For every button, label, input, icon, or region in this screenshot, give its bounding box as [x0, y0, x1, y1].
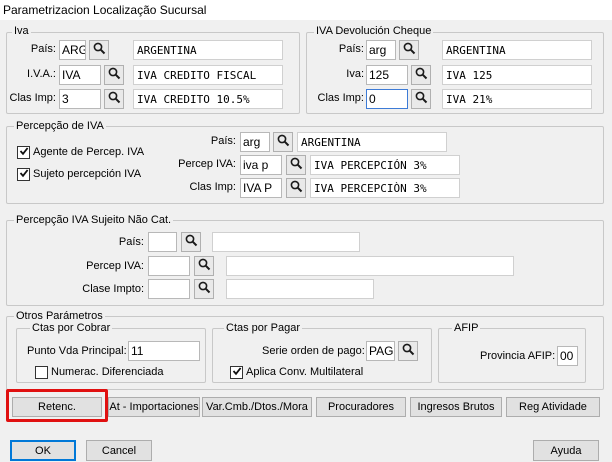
perc-percep-label: Percep IVA:	[178, 158, 236, 170]
perc-pais-label: País:	[210, 135, 236, 147]
suj-pais-label: País:	[118, 236, 144, 248]
search-icon	[93, 42, 106, 58]
suj-pais-code-input[interactable]	[148, 232, 177, 252]
suj-percep-name-field	[226, 256, 514, 276]
suj-clase-search-button[interactable]	[194, 279, 214, 299]
punto-vda-input[interactable]: 11	[128, 341, 200, 361]
perc-clas-code-input[interactable]: IVA P	[240, 178, 282, 198]
search-icon	[290, 180, 303, 196]
suj-pais-name-field	[212, 232, 360, 252]
numerac-checkbox[interactable]	[35, 366, 48, 379]
varcmb-button[interactable]: Var.Cmb./Dtos./Mora	[202, 397, 312, 417]
search-icon	[108, 67, 121, 83]
suj-percep-code-input[interactable]	[148, 256, 190, 276]
cobrar-legend: Ctas por Cobrar	[30, 322, 113, 334]
help-button[interactable]: Ayuda	[533, 440, 599, 461]
dev-pais-search-button[interactable]	[399, 40, 419, 60]
iva-iva-code-input[interactable]: IVA	[59, 65, 101, 85]
perc-clas-search-button[interactable]	[286, 178, 306, 198]
perc-pais-code-input[interactable]: arg	[240, 132, 270, 152]
search-icon	[198, 258, 211, 274]
otros-legend: Otros Parámetros	[14, 310, 105, 322]
reg-atividade-button[interactable]: Reg Atividade	[506, 397, 600, 417]
dev-pais-name-field: ARGENTINA	[442, 40, 592, 60]
agente-percep-label: Agente de Percep. IVA	[33, 146, 145, 158]
ok-button[interactable]: OK	[10, 440, 76, 461]
aplica-conv-checkbox[interactable]	[230, 366, 243, 379]
suj-percep-search-button[interactable]	[194, 256, 214, 276]
iva-legend: Iva	[12, 25, 31, 37]
percepcion-iva-legend: Percepção de IVA	[14, 120, 106, 132]
iva-pais-name-field: ARGENTINA	[133, 40, 283, 60]
iva-clas-label: Clas Imp:	[9, 92, 56, 104]
search-icon	[402, 343, 415, 359]
suj-percep-label: Percep IVA:	[86, 260, 144, 272]
search-icon	[415, 91, 428, 107]
importaciones-button[interactable]: At - Importaciones	[108, 397, 200, 417]
iva-pais-search-button[interactable]	[89, 40, 109, 60]
check-icon	[19, 146, 29, 159]
check-icon	[232, 366, 242, 379]
provincia-afip-input[interactable]: 00	[557, 346, 578, 366]
search-icon	[415, 67, 428, 83]
retenc-highlight-box	[6, 389, 108, 422]
pagar-legend: Ctas por Pagar	[224, 322, 302, 334]
dev-clas-name-field: IVA 21%	[442, 89, 592, 109]
perc-percep-name-field: IVA PERCEPCIÓN 3%	[310, 155, 460, 175]
suj-clase-label: Clase Impto:	[82, 283, 144, 295]
suj-pais-search-button[interactable]	[181, 232, 201, 252]
window-title: Parametrizacion Localização Sucursal	[3, 3, 207, 17]
iva-pais-code-input[interactable]: ARG	[59, 40, 86, 60]
search-icon	[403, 42, 416, 58]
search-icon	[277, 134, 290, 150]
iva-pais-label: País:	[30, 43, 56, 55]
dev-clas-label: Clas Imp:	[317, 92, 364, 104]
search-icon	[198, 281, 211, 297]
dev-clas-code-input[interactable]: 0	[366, 89, 408, 109]
dev-pais-label: País:	[338, 43, 364, 55]
dev-iva-label: Iva:	[346, 68, 364, 80]
iva-clas-search-button[interactable]	[104, 89, 124, 109]
serie-orden-label: Serie orden de pago:	[262, 345, 365, 357]
cancel-button[interactable]: Cancel	[86, 440, 152, 461]
dev-iva-code-input[interactable]: 125	[366, 65, 408, 85]
iva-clas-name-field: IVA CREDITO 10.5%	[133, 89, 283, 109]
iva-iva-label: I.V.A.:	[27, 68, 56, 80]
perc-pais-search-button[interactable]	[273, 132, 293, 152]
perc-clas-name-field: IVA PERCEPCIÒN 3%	[310, 178, 460, 198]
perc-pais-name-field: ARGENTINA	[297, 132, 447, 152]
suj-clase-name-field	[226, 279, 374, 299]
dev-iva-search-button[interactable]	[411, 65, 431, 85]
punto-vda-label: Punto Vda Principal:	[27, 345, 127, 357]
procuradores-button[interactable]: Procuradores	[316, 397, 406, 417]
provincia-afip-label: Provincia AFIP:	[480, 350, 556, 362]
agente-percep-checkbox[interactable]	[17, 146, 30, 159]
percepcion-sujeto-legend: Percepção IVA Sujeito Não Cat.	[14, 214, 174, 226]
perc-percep-code-input[interactable]: iva p	[240, 155, 282, 175]
dev-iva-name-field: IVA 125	[442, 65, 592, 85]
perc-percep-search-button[interactable]	[286, 155, 306, 175]
search-icon	[290, 157, 303, 173]
serie-orden-input[interactable]: PAG	[366, 341, 395, 361]
perc-clas-label: Clas Imp:	[189, 181, 236, 193]
iva-iva-search-button[interactable]	[104, 65, 124, 85]
search-icon	[108, 91, 121, 107]
iva-iva-name-field: IVA CREDITO FISCAL	[133, 65, 283, 85]
check-icon	[19, 168, 29, 181]
afip-legend: AFIP	[452, 322, 481, 334]
ingresos-brutos-button[interactable]: Ingresos Brutos	[410, 397, 502, 417]
dev-clas-search-button[interactable]	[411, 89, 431, 109]
suj-clase-code-input[interactable]	[148, 279, 190, 299]
aplica-conv-label: Aplica Conv. Multilateral	[246, 366, 364, 378]
search-icon	[185, 234, 198, 250]
iva-clas-code-input[interactable]: 3	[59, 89, 101, 109]
sujeto-percepcion-checkbox[interactable]	[17, 168, 30, 181]
iva-devolucion-legend: IVA Devolución Cheque	[314, 25, 434, 37]
serie-orden-search-button[interactable]	[398, 341, 418, 361]
numerac-label: Numerac. Diferenciada	[51, 366, 164, 378]
sujeto-percepcion-label: Sujeto percepción IVA	[33, 168, 142, 180]
dev-pais-code-input[interactable]: arg	[366, 40, 396, 60]
